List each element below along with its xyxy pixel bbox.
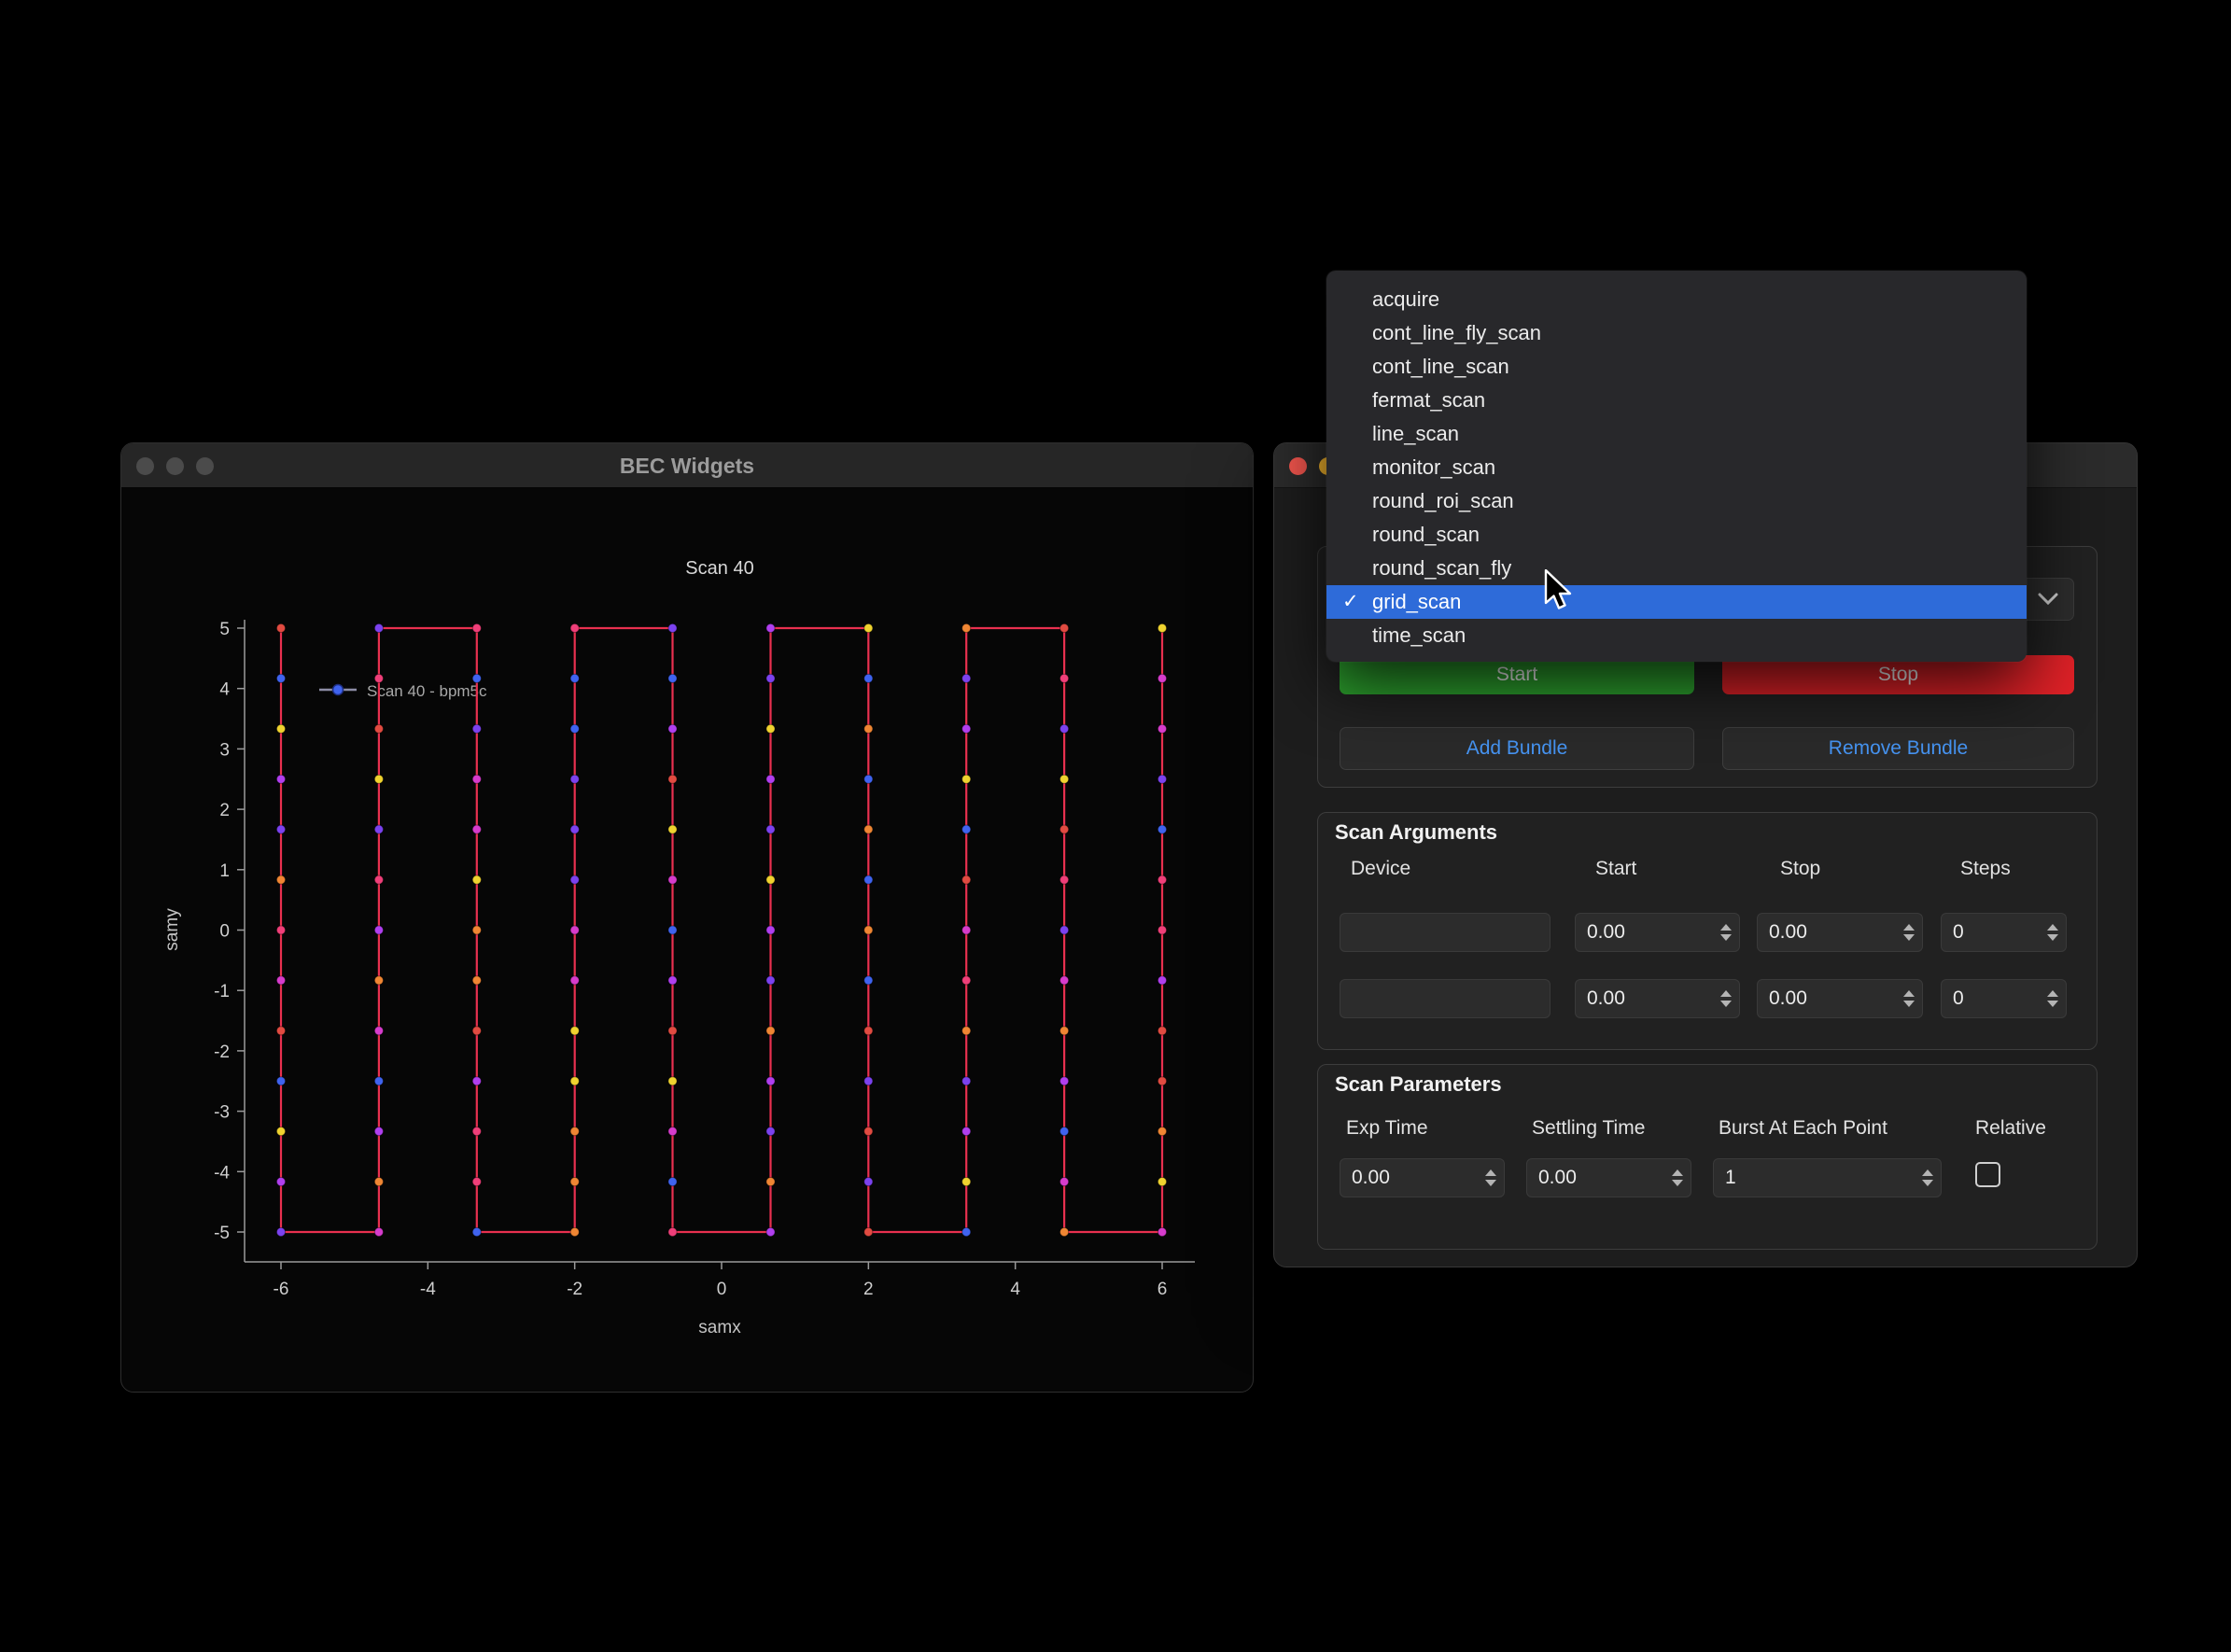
spinner-arrows-icon[interactable] <box>1903 990 1915 1007</box>
svg-text:-6: -6 <box>274 1280 289 1299</box>
menu-item-cont_line_fly_scan[interactable]: cont_line_fly_scan <box>1326 316 2027 350</box>
svg-text:-1: -1 <box>214 982 230 1001</box>
scan-arguments-title: Scan Arguments <box>1335 820 1497 845</box>
relative-label: Relative <box>1975 1117 2046 1140</box>
spinner-arrows-icon[interactable] <box>1720 924 1732 941</box>
svg-text:samx: samx <box>698 1318 741 1337</box>
chevron-down-icon <box>2038 593 2058 606</box>
svg-text:-5: -5 <box>214 1224 230 1243</box>
mouse-cursor <box>1544 569 1574 612</box>
scan-parameters-title: Scan Parameters <box>1335 1072 1502 1097</box>
exp-time-label: Exp Time <box>1346 1117 1428 1140</box>
menu-item-label: acquire <box>1372 287 1439 311</box>
menu-item-label: cont_line_scan <box>1372 355 1509 378</box>
menu-item-round_scan_fly[interactable]: round_scan_fly <box>1326 552 2027 585</box>
menu-item-fermat_scan[interactable]: fermat_scan <box>1326 384 2027 417</box>
menu-item-label: line_scan <box>1372 422 1459 445</box>
steps-spinbox[interactable]: 0 <box>1941 979 2067 1018</box>
check-icon: ✓ <box>1342 585 1367 619</box>
menu-item-label: fermat_scan <box>1372 388 1485 412</box>
menu-item-round_scan[interactable]: round_scan <box>1326 518 2027 552</box>
bec-widgets-window: BEC Widgets 5 4 3 2 1 0 -1 -2 -3 -4 -5 -6 -4 -2 0 2 4 6 Sc… <box>120 442 1254 1393</box>
svg-text:0: 0 <box>219 922 230 942</box>
svg-text:-2: -2 <box>567 1280 582 1299</box>
spinner-arrows-icon[interactable] <box>1922 1169 1933 1186</box>
svg-text:2: 2 <box>219 801 230 820</box>
menu-item-label: round_scan_fly <box>1372 556 1511 580</box>
bec-widgets-titlebar: BEC Widgets <box>121 443 1253 488</box>
menu-item-time_scan[interactable]: time_scan <box>1326 619 2027 652</box>
relative-checkbox[interactable] <box>1975 1162 2000 1187</box>
svg-text:Scan 40: Scan 40 <box>685 558 753 579</box>
scan-arguments-group: Scan Arguments Device Start Stop Steps 0… <box>1317 812 2098 1050</box>
window-title: BEC Widgets <box>121 443 1253 488</box>
device-input[interactable] <box>1340 913 1550 952</box>
device-header: Device <box>1351 858 1410 880</box>
svg-text:4: 4 <box>219 680 230 700</box>
start-spinbox[interactable]: 0.00 <box>1575 913 1740 952</box>
exp-time-spinbox[interactable]: 0.00 <box>1340 1158 1505 1197</box>
svg-text:-3: -3 <box>214 1103 230 1123</box>
svg-text:-4: -4 <box>420 1280 436 1299</box>
menu-item-label: grid_scan <box>1372 590 1461 613</box>
spinner-arrows-icon[interactable] <box>1485 1169 1496 1186</box>
burst-spinbox[interactable]: 1 <box>1713 1158 1942 1197</box>
svg-text:5: 5 <box>219 620 230 639</box>
scan-args-row: 0.00 0.00 0 <box>1318 979 2097 1018</box>
svg-text:-4: -4 <box>214 1163 230 1183</box>
start-spinbox[interactable]: 0.00 <box>1575 979 1740 1018</box>
stop-spinbox[interactable]: 0.00 <box>1757 979 1923 1018</box>
svg-text:4: 4 <box>1010 1280 1020 1299</box>
steps-spinbox[interactable]: 0 <box>1941 913 2067 952</box>
menu-item-acquire[interactable]: acquire <box>1326 283 2027 316</box>
menu-item-label: round_roi_scan <box>1372 489 1514 512</box>
close-button[interactable] <box>1289 457 1307 475</box>
spinner-arrows-icon[interactable] <box>2047 924 2058 941</box>
settling-time-label: Settling Time <box>1532 1117 1645 1140</box>
svg-text:0: 0 <box>717 1280 727 1299</box>
svg-text:Scan 40 - bpm5c: Scan 40 - bpm5c <box>367 682 487 700</box>
remove-bundle-button[interactable]: Remove Bundle <box>1722 727 2074 770</box>
device-input[interactable] <box>1340 979 1550 1018</box>
scan-dropdown-menu: acquire cont_line_fly_scan cont_line_scanf… <box>1326 271 2027 662</box>
svg-text:1: 1 <box>219 861 230 881</box>
scan-parameters-group: Scan Parameters Exp Time Settling Time B… <box>1317 1064 2098 1250</box>
menu-item-cont_line_scan[interactable]: cont_line_scan <box>1326 350 2027 384</box>
svg-text:3: 3 <box>219 740 230 760</box>
menu-item-monitor_scan[interactable]: monitor_scan <box>1326 451 2027 484</box>
menu-item-label: monitor_scan <box>1372 455 1495 479</box>
stop-header: Stop <box>1780 858 1820 880</box>
start-header: Start <box>1595 858 1636 880</box>
steps-header: Steps <box>1960 858 2011 880</box>
menu-item-grid_scan[interactable]: ✓grid_scan <box>1326 585 2027 619</box>
scan-args-row: 0.00 0.00 0 <box>1318 913 2097 952</box>
spinner-arrows-icon[interactable] <box>1720 990 1732 1007</box>
menu-item-line_scan[interactable]: line_scan <box>1326 417 2027 451</box>
desktop: BEC Widgets 5 4 3 2 1 0 -1 -2 -3 -4 -5 -6 -4 -2 0 2 4 6 Sc… <box>0 0 2231 1652</box>
menu-item-label: cont_line_fly_scan <box>1372 321 1541 344</box>
menu-item-label: time_scan <box>1372 623 1466 647</box>
menu-item-label: round_scan <box>1372 523 1480 546</box>
svg-text:-2: -2 <box>214 1043 230 1062</box>
scan-plot: 5 4 3 2 1 0 -1 -2 -3 -4 -5 -6 -4 -2 0 2 4 6 Scan 40 samx sam… <box>121 488 1253 1393</box>
burst-label: Burst At Each Point <box>1719 1117 1887 1140</box>
spinner-arrows-icon[interactable] <box>2047 990 2058 1007</box>
svg-text:samy: samy <box>162 908 182 951</box>
svg-text:2: 2 <box>863 1280 874 1299</box>
settling-time-spinbox[interactable]: 0.00 <box>1526 1158 1691 1197</box>
add-bundle-button[interactable]: Add Bundle <box>1340 727 1694 770</box>
svg-text:6: 6 <box>1158 1280 1168 1299</box>
spinner-arrows-icon[interactable] <box>1903 924 1915 941</box>
menu-item-round_roi_scan[interactable]: round_roi_scan <box>1326 484 2027 518</box>
stop-spinbox[interactable]: 0.00 <box>1757 913 1923 952</box>
spinner-arrows-icon[interactable] <box>1672 1169 1683 1186</box>
